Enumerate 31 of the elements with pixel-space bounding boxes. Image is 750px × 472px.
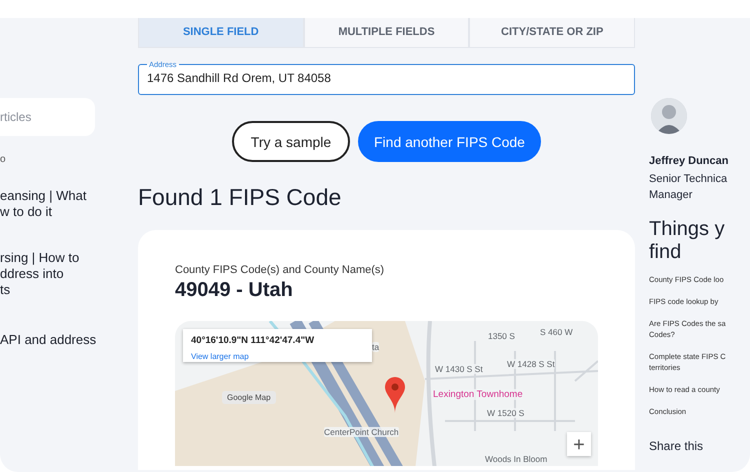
map-label: W 1520 S xyxy=(487,408,524,418)
zoom-in-button[interactable]: + xyxy=(567,432,591,456)
tab[interactable]: CITY/STATE OR ZIP xyxy=(469,18,636,48)
sample-button[interactable]: Try a sample xyxy=(232,121,350,162)
view-larger-map-link[interactable]: View larger map xyxy=(191,352,249,361)
place-label: Lexington Townhome xyxy=(433,389,523,400)
toc-heading: Things y find xyxy=(649,218,726,264)
avatar-icon xyxy=(651,98,687,134)
map-label: 1350 S xyxy=(488,331,515,341)
search-field[interactable]: rticles xyxy=(0,98,95,136)
result-value: 49049 - Utah xyxy=(175,279,294,302)
map-label: Woods In Bloom xyxy=(485,454,548,464)
tab[interactable]: MULTIPLE FIELDS xyxy=(304,18,470,48)
map-label: CenterPoint Church xyxy=(324,427,399,437)
map-chip: Google Map xyxy=(222,391,276,404)
map-label: W 1430 S St xyxy=(435,364,483,374)
find-button[interactable]: Find another FIPS Code xyxy=(358,121,541,162)
article-link[interactable]: rsing | How to ddress into ts xyxy=(0,250,95,298)
result-label: County FIPS Code(s) and County Name(s) xyxy=(175,264,386,276)
results-heading: Found 1 FIPS Code xyxy=(138,184,342,212)
coordinates-text: 40°16'10.9"N 111°42'47.4"W xyxy=(191,335,316,346)
article-link[interactable]: API and address xyxy=(0,332,95,348)
share-heading: Share this xyxy=(649,439,704,453)
author-title: Senior Technica Manager xyxy=(649,172,728,203)
map-label: S 460 W xyxy=(540,327,573,337)
map-label: W 1428 S St xyxy=(507,359,555,369)
author-name: Jeffrey Duncan xyxy=(649,155,730,167)
article-link[interactable]: eansing | What w to do it xyxy=(0,188,95,220)
map-label: ta xyxy=(372,342,380,352)
address-field[interactable]: 1476 Sandhill Rd Orem, UT 84058 xyxy=(147,71,626,85)
sidebar-text: o xyxy=(0,153,7,167)
